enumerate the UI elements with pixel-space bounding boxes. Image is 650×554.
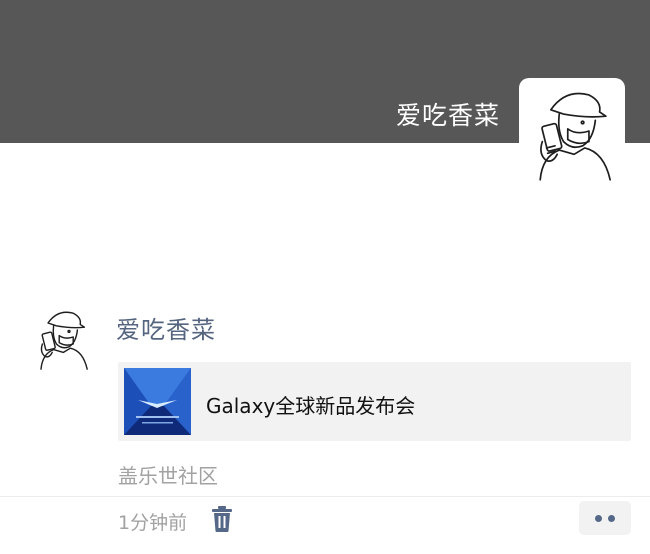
person-with-phone-sketch-icon [539, 92, 612, 181]
cover-avatar[interactable] [519, 78, 625, 184]
divider [0, 496, 650, 497]
shared-link-card[interactable]: Galaxy全球新品发布会 [118, 362, 631, 441]
post-username[interactable]: 爱吃香菜 [116, 310, 216, 345]
post-time: 1分钟前 [118, 512, 188, 534]
delete-button[interactable] [209, 505, 235, 533]
post-location[interactable]: 盖乐世社区 [118, 460, 218, 489]
person-with-phone-sketch-icon [40, 311, 88, 370]
link-title: Galaxy全球新品发布会 [206, 394, 416, 418]
cover-username: 爱吃香菜 [395, 101, 500, 130]
trash-icon [212, 506, 232, 532]
galaxy-event-poster-thumbnail [124, 368, 191, 435]
more-options-button[interactable] [579, 501, 631, 535]
post-avatar[interactable] [27, 302, 97, 372]
